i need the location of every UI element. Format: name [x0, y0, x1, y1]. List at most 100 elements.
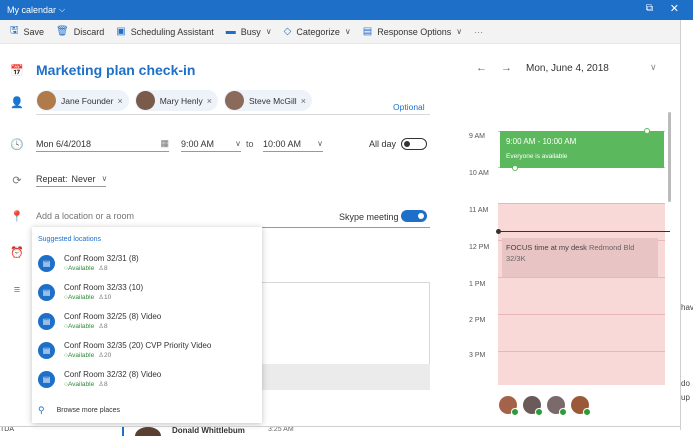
avatar[interactable] — [523, 396, 543, 416]
notes-icon: ≡ — [13, 284, 21, 296]
save-button[interactable]: 🖫 Save — [10, 23, 44, 40]
remove-icon[interactable]: × — [301, 96, 306, 106]
repeat-label: Repeat: — [36, 173, 68, 184]
more-button[interactable]: ··· — [474, 27, 483, 37]
categorize-label: Categorize — [296, 26, 340, 37]
window-title[interactable]: My calendar — [7, 5, 56, 15]
optional-link[interactable]: Optional — [393, 102, 425, 112]
calendar-date[interactable]: Mon, June 4, 2018 — [526, 63, 609, 74]
repeat-select[interactable]: Repeat: Never ∨ — [36, 171, 107, 187]
location-suggestion[interactable]: ▤ Conf Room 32/35 (20) CVP Priority Vide… — [38, 340, 211, 361]
avatar[interactable] — [547, 396, 567, 416]
chevron-down-icon[interactable]: ⌵ — [59, 5, 65, 15]
event-availability: Everyone is available — [506, 153, 568, 160]
room-name: Conf Room 32/25 (8) Video — [64, 312, 162, 321]
avatar — [135, 91, 155, 110]
save-label: Save — [23, 26, 45, 37]
avatar[interactable] — [571, 396, 591, 416]
background-text: hav — [681, 303, 693, 312]
location-suggestion[interactable]: ▤ Conf Room 32/32 (8) Video ○Available ♙8 — [38, 369, 161, 390]
room-capacity: ♙10 — [98, 294, 112, 301]
room-capacity: ♙8 — [98, 265, 108, 272]
chevron-down-icon[interactable]: ∨ — [650, 62, 657, 73]
room-status: Available — [67, 265, 95, 272]
event-title[interactable]: Marketing plan check-in — [36, 62, 195, 78]
start-date-value: Mon 6/4/2018 — [36, 138, 92, 149]
room-icon: ▤ — [38, 342, 55, 359]
scheduling-icon: ▣ — [116, 26, 126, 37]
hour-label: 11 AM — [469, 207, 489, 214]
title-bar: My calendar ⌵ ⧉ ✕ — [0, 0, 693, 20]
location-input[interactable] — [36, 211, 236, 221]
room-icon: ▤ — [38, 255, 55, 272]
start-time-select[interactable]: 9:00 AM ∨ — [181, 136, 241, 152]
popout-icon[interactable]: ⧉ — [646, 3, 653, 14]
all-day-toggle[interactable] — [401, 138, 427, 150]
scrollbar[interactable] — [668, 112, 671, 202]
attendee-chip[interactable]: Steve McGill × — [223, 90, 312, 111]
trash-icon: 🗑 — [56, 26, 69, 37]
chevron-down-icon: ∨ — [235, 139, 241, 148]
busy-dropdown[interactable]: ▬ Busy ∨ — [226, 26, 272, 37]
calendar-header: ← → Mon, June 4, 2018 — [476, 62, 609, 74]
attendee-availability — [499, 396, 595, 416]
avatar[interactable] — [499, 396, 519, 416]
hour-label: 2 PM — [469, 317, 486, 324]
chevron-down-icon: ∨ — [456, 27, 463, 36]
close-icon[interactable]: ✕ — [670, 2, 679, 15]
resize-handle[interactable] — [512, 165, 518, 171]
room-status: Available — [67, 323, 95, 330]
busy-icon: ▬ — [225, 26, 236, 37]
background-time: 3:25 AM — [268, 426, 294, 433]
attendee-name: Mary Henly — [159, 95, 203, 106]
arrow-left-icon[interactable]: ← — [476, 62, 487, 74]
room-status: Available — [67, 294, 95, 301]
browse-more-places[interactable]: ⚲ Browse more places — [38, 405, 120, 416]
remove-icon[interactable]: × — [117, 96, 122, 106]
chevron-down-icon: ∨ — [265, 27, 272, 36]
discard-label: Discard — [73, 26, 105, 37]
location-suggestion[interactable]: ▤ Conf Room 32/33 (10) ○Available ♙10 — [38, 282, 143, 303]
hour-label: 3 PM — [469, 352, 486, 359]
proposed-event[interactable]: 9:00 AM - 10:00 AM Everyone is available — [500, 128, 664, 171]
available-icon — [535, 408, 543, 416]
available-icon — [583, 408, 591, 416]
remove-icon[interactable]: × — [207, 96, 212, 106]
location-suggestion[interactable]: ▤ Conf Room 32/31 (8) ○Available ♙8 — [38, 253, 139, 274]
save-icon: 🖫 — [10, 25, 19, 36]
location-suggestion[interactable]: ▤ Conf Room 32/25 (8) Video ○Available ♙8 — [38, 311, 161, 332]
hour-label: 10 AM — [469, 170, 489, 177]
end-time-select[interactable]: 10:00 AM ∨ — [263, 136, 323, 152]
room-name: Conf Room 32/32 (8) Video — [64, 370, 162, 379]
body-footer — [262, 364, 430, 390]
skype-meeting-toggle[interactable] — [401, 210, 427, 222]
start-date-picker[interactable]: Mon 6/4/2018 ▦ — [36, 136, 169, 152]
categorize-dropdown[interactable]: ◇ Categorize ∨ — [284, 26, 351, 37]
room-capacity: ♙20 — [98, 352, 112, 359]
attendee-chip[interactable]: Mary Henly × — [134, 90, 218, 111]
discard-button[interactable]: 🗑 Discard — [56, 26, 104, 37]
search-icon: ⚲ — [38, 405, 45, 415]
tag-icon: ◇ — [283, 26, 292, 37]
hour-label: 9 AM — [469, 133, 485, 140]
response-icon: ▤ — [362, 26, 373, 37]
repeat-value: Never — [71, 173, 96, 184]
attendee-name: Jane Founder — [61, 95, 114, 106]
room-icon: ▤ — [38, 371, 55, 388]
existing-event-title: FOCUS time at my desk — [506, 243, 587, 252]
calendar-picker-icon: ▦ — [160, 138, 169, 148]
repeat-icon: ⟳ — [12, 175, 22, 187]
existing-event[interactable]: FOCUS time at my desk Redmond Bld 32/3K — [502, 238, 658, 277]
background-text: up — [681, 393, 690, 402]
avatar — [135, 427, 161, 436]
arrow-right-icon[interactable]: → — [501, 62, 512, 74]
location-icon: 📍 — [10, 211, 24, 223]
browse-label: Browse more places — [56, 407, 121, 414]
start-time-value: 9:00 AM — [181, 138, 215, 149]
scheduling-assistant-button[interactable]: ▣ Scheduling Assistant — [116, 26, 214, 37]
response-label: Response Options — [377, 26, 452, 37]
response-options-dropdown[interactable]: ▤ Response Options ∨ — [363, 26, 462, 37]
resize-handle[interactable] — [644, 128, 650, 134]
attendee-chip[interactable]: Jane Founder × — [36, 90, 129, 111]
room-name: Conf Room 32/35 (20) CVP Priority Video — [64, 341, 212, 350]
